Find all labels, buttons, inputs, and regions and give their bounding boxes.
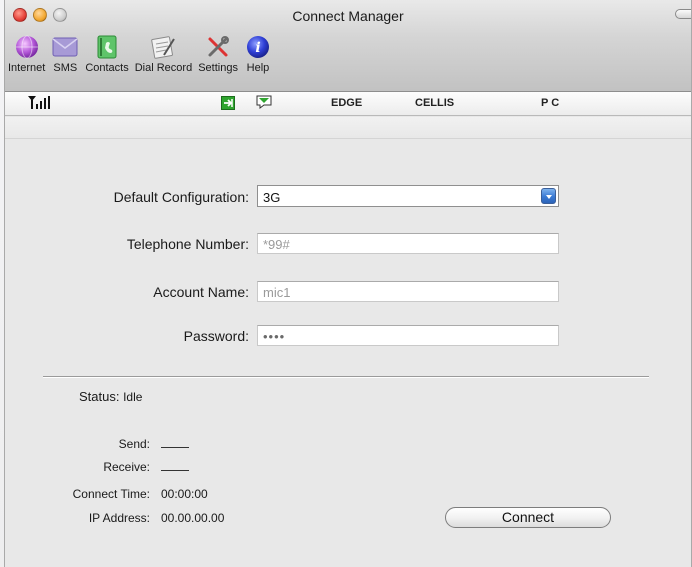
message-bubble-icon xyxy=(256,95,272,112)
telephone-number-field[interactable]: *99# xyxy=(257,233,559,254)
title-bar: Connect Manager Internet SMS Contacts Di… xyxy=(5,0,691,92)
chevron-down-icon[interactable] xyxy=(541,188,556,204)
default-configuration-select[interactable]: 3G xyxy=(257,185,559,207)
toolbar-sms-button[interactable]: SMS xyxy=(48,34,82,74)
network-type-label: EDGE xyxy=(331,97,363,109)
dial-record-notepad-icon xyxy=(149,34,177,60)
toolbar-item-label: Contacts xyxy=(85,62,129,74)
receive-label: Receive: xyxy=(103,460,150,474)
toolbar-help-button[interactable]: i Help xyxy=(241,34,275,74)
help-info-icon: i xyxy=(244,34,272,60)
connect-time-label: Connect Time: xyxy=(72,487,150,501)
internet-globe-icon xyxy=(13,34,41,60)
status-row: Status: Idle xyxy=(79,389,142,404)
connect-button[interactable]: Connect xyxy=(445,507,611,528)
password-field[interactable]: •••• xyxy=(257,325,559,346)
ip-address-value: 00.00.00.00 xyxy=(161,511,225,525)
connection-status-strip: EDGE CELLIS P C xyxy=(5,92,691,116)
toolbar-item-label: Internet xyxy=(8,62,46,74)
toolbar-item-label: SMS xyxy=(53,62,78,74)
panel-header-strip xyxy=(5,117,691,139)
connection-mode-label: P C xyxy=(541,97,560,109)
telephone-number-label: Telephone Number: xyxy=(126,236,249,252)
svg-text:i: i xyxy=(255,40,260,56)
status-label: Status: xyxy=(79,389,120,404)
toolbar-toggle-button[interactable] xyxy=(675,9,691,19)
connect-time-value: 00:00:00 xyxy=(161,487,208,501)
data-transfer-icon xyxy=(221,96,235,113)
settings-panel: Default Configuration: 3G Telephone Numb… xyxy=(5,117,691,567)
status-value: Idle xyxy=(123,390,143,404)
operator-name-label: CELLIS xyxy=(415,97,455,109)
section-divider xyxy=(43,376,649,377)
send-value xyxy=(161,437,189,451)
ip-address-label: IP Address: xyxy=(88,511,150,525)
toolbar-settings-button[interactable]: Settings xyxy=(195,34,241,74)
connect-manager-window: Connect Manager Internet SMS Contacts Di… xyxy=(4,0,692,567)
toolbar-dial-record-button[interactable]: Dial Record xyxy=(132,34,195,74)
settings-tools-icon xyxy=(204,34,232,60)
sms-envelope-icon xyxy=(51,34,79,60)
toolbar-item-label: Settings xyxy=(198,62,238,74)
main-toolbar: Internet SMS Contacts Dial Record Settin… xyxy=(5,34,275,74)
contacts-book-icon xyxy=(93,34,121,60)
account-name-label: Account Name: xyxy=(153,284,249,300)
receive-value xyxy=(161,460,189,474)
account-name-field[interactable]: mic1 xyxy=(257,281,559,302)
signal-strength-icon xyxy=(27,95,51,112)
send-label: Send: xyxy=(118,437,150,451)
toolbar-contacts-button[interactable]: Contacts xyxy=(82,34,131,74)
toolbar-internet-button[interactable]: Internet xyxy=(5,34,48,74)
toolbar-item-label: Help xyxy=(246,62,270,74)
password-label: Password: xyxy=(183,328,249,344)
window-title: Connect Manager xyxy=(292,8,404,24)
default-configuration-value: 3G xyxy=(263,190,281,205)
toolbar-item-label: Dial Record xyxy=(134,62,193,74)
default-configuration-label: Default Configuration: xyxy=(113,189,249,205)
